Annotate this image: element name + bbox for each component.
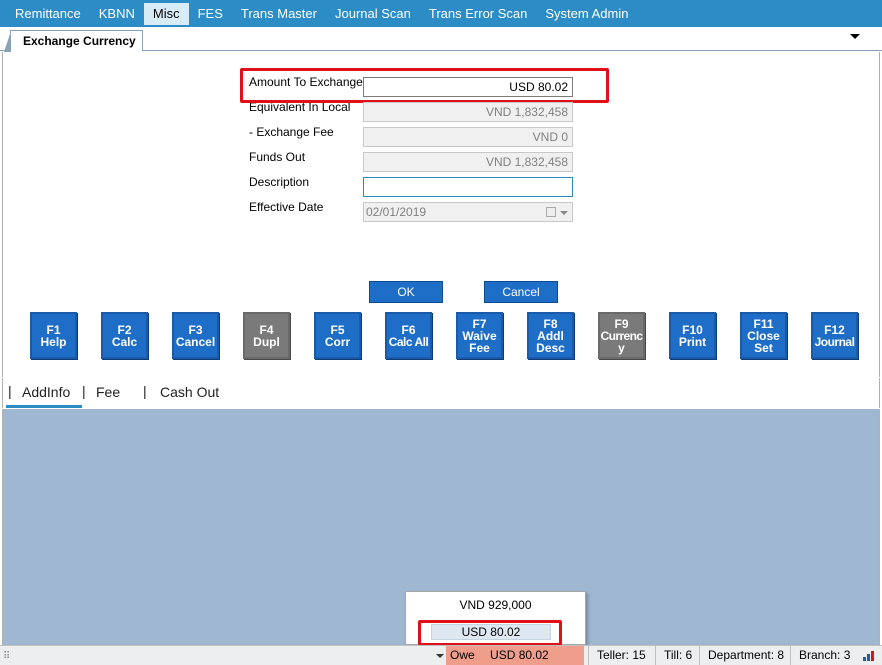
- menu-fes[interactable]: FES: [189, 3, 232, 25]
- f10-key: F10: [682, 322, 703, 337]
- f12-label: Journal: [814, 334, 855, 349]
- tab-exchange-currency[interactable]: Exchange Currency: [4, 30, 143, 52]
- menu-trans-master[interactable]: Trans Master: [232, 3, 326, 25]
- chevron-down-icon[interactable]: [560, 211, 568, 215]
- menu-kbnn[interactable]: KBNN: [90, 3, 144, 25]
- f11-key: F11: [753, 316, 774, 331]
- f7-label-2: Fee: [469, 340, 490, 355]
- grip-icon: ⠿: [3, 651, 11, 662]
- teller-status: Teller: 15: [588, 646, 646, 665]
- f8-label-2: Desc: [536, 340, 565, 355]
- f7-key: F7: [472, 316, 487, 331]
- branch-status: Branch: 3: [790, 646, 850, 665]
- f7-waive-fee-button[interactable]: F7 Waive Fee: [456, 312, 503, 359]
- f3-key: F3: [188, 322, 203, 337]
- menu-trans-error-scan[interactable]: Trans Error Scan: [420, 3, 537, 25]
- ok-button[interactable]: OK: [369, 281, 443, 303]
- f5-key: F5: [330, 322, 345, 337]
- f7-label-1: Waive: [462, 328, 497, 343]
- f4-key: F4: [259, 322, 274, 337]
- exchange-fee-field: VND 0: [363, 127, 573, 147]
- f12-key: F12: [824, 322, 845, 337]
- tab-cash-out[interactable]: Cash Out: [160, 384, 219, 400]
- tab-separator: |: [82, 383, 86, 399]
- document-tab-strip: Exchange Currency: [0, 27, 882, 52]
- f11-label-2: Set: [754, 340, 773, 355]
- menu-misc[interactable]: Misc: [143, 2, 189, 25]
- f10-print-button[interactable]: F10 Print: [669, 312, 716, 359]
- f11-label-1: Close: [747, 328, 780, 343]
- dropdown-option-vnd[interactable]: VND 929,000: [406, 598, 585, 612]
- f2-calc-button[interactable]: F2 Calc: [101, 312, 148, 359]
- f4-dupl-button[interactable]: F4 Dupl: [243, 312, 290, 359]
- f4-label: Dupl: [253, 334, 280, 349]
- menu-system-admin[interactable]: System Admin: [536, 3, 637, 25]
- funds-out-label: Funds Out: [249, 150, 306, 164]
- cancel-button[interactable]: Cancel: [484, 281, 558, 303]
- f6-calc-all-button[interactable]: F6 Calc All: [385, 312, 432, 359]
- amount-highlight: [240, 68, 609, 103]
- tab-separator: |: [8, 383, 12, 399]
- f1-help-button[interactable]: F1 Help: [30, 312, 77, 359]
- chevron-down-icon[interactable]: [850, 34, 860, 39]
- menu-journal-scan[interactable]: Journal Scan: [326, 3, 420, 25]
- f12-journal-button[interactable]: F12 Journal: [811, 312, 858, 359]
- active-tab-indicator: [6, 405, 82, 408]
- f8-key: F8: [543, 316, 558, 331]
- f9-key: F9: [614, 316, 629, 331]
- effective-date-field[interactable]: 02/01/2019: [363, 202, 573, 222]
- owe-label: Owe: [450, 648, 475, 662]
- till-status: Till: 6: [655, 646, 692, 665]
- f1-key: F1: [46, 322, 61, 337]
- chevron-down-icon[interactable]: [436, 654, 444, 658]
- department-status: Department: 8: [699, 646, 784, 665]
- f5-label: Corr: [324, 334, 351, 349]
- tab-addinfo[interactable]: AddInfo: [22, 384, 70, 400]
- f9-label-1: Currenc: [600, 328, 643, 343]
- funds-out-field: VND 1,832,458: [363, 152, 573, 172]
- main-menu-bar: Remittance KBNN Misc FES Trans Master Jo…: [0, 0, 882, 27]
- f2-key: F2: [117, 322, 132, 337]
- f9-label-2: y: [618, 340, 625, 355]
- menu-remittance[interactable]: Remittance: [6, 3, 90, 25]
- effective-date-label: Effective Date: [249, 200, 324, 214]
- exchange-fee-label: - Exchange Fee: [249, 125, 334, 139]
- tab-separator: |: [143, 383, 147, 399]
- bottom-tab-strip: | AddInfo | Fee | Cash Out: [2, 378, 880, 408]
- dropdown-highlight: [418, 620, 562, 646]
- description-field[interactable]: [363, 177, 573, 197]
- f6-label: Calc All: [388, 334, 429, 349]
- owe-value: USD 80.02: [490, 648, 549, 662]
- description-label: Description: [249, 175, 310, 189]
- status-bar: ⠿ Owe USD 80.02 Teller: 15 Till: 6 Depar…: [0, 645, 882, 665]
- f8-addl-desc-button[interactable]: F8 Addl Desc: [527, 312, 574, 359]
- tab-fee[interactable]: Fee: [96, 384, 120, 400]
- effective-date-value: 02/01/2019: [366, 205, 427, 219]
- f2-label: Calc: [111, 334, 138, 349]
- equivalent-field: VND 1,832,458: [363, 102, 573, 122]
- f9-currency-button[interactable]: F9 Currenc y: [598, 312, 645, 359]
- f3-label: Cancel: [175, 334, 216, 349]
- f3-cancel-button[interactable]: F3 Cancel: [172, 312, 219, 359]
- f6-key: F6: [401, 322, 416, 337]
- f8-label-1: Addl: [537, 328, 564, 343]
- f5-corr-button[interactable]: F5 Corr: [314, 312, 361, 359]
- f10-label: Print: [678, 334, 707, 349]
- f1-label: Help: [40, 334, 67, 349]
- network-icon: [863, 651, 874, 661]
- owe-indicator[interactable]: Owe USD 80.02: [446, 646, 584, 665]
- calendar-checkbox-icon[interactable]: [546, 207, 556, 217]
- f11-close-set-button[interactable]: F11 Close Set: [740, 312, 787, 359]
